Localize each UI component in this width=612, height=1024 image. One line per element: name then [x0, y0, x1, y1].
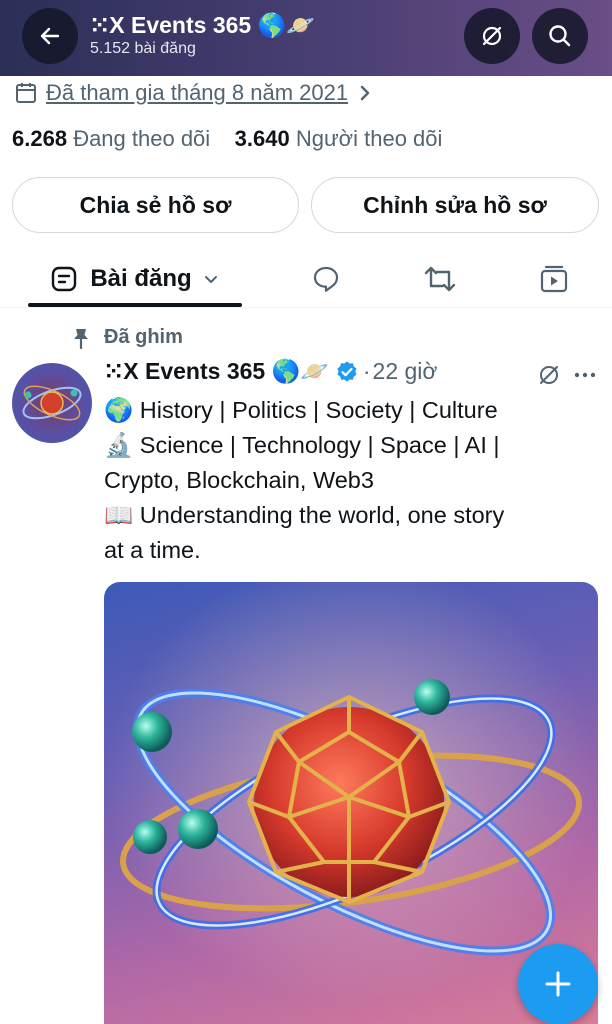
follow-stats: 6.268 Đang theo dõi 3.640 Người theo dõi [12, 126, 442, 152]
post-line: Crypto, Blockchain, Web3 [104, 467, 374, 493]
tab-posts-label: Bài đăng [90, 265, 192, 292]
grok-icon [482, 26, 502, 46]
plus-icon [545, 971, 571, 997]
header-title: ⁙X Events 365 🌎🪐 5.152 bài đăng [90, 12, 315, 58]
tab-posts[interactable]: Bài đăng [28, 250, 242, 308]
share-profile-button[interactable]: Chia sẻ hồ sơ [12, 177, 299, 233]
header-post-count: 5.152 bài đăng [90, 40, 196, 57]
following-count: 6.268 [12, 126, 68, 151]
grok-button[interactable] [464, 8, 520, 64]
post-time: 22 giờ [372, 358, 438, 384]
pin-icon [74, 328, 88, 349]
search-icon [549, 25, 571, 47]
chevron-right-icon [360, 85, 370, 101]
calendar-icon [16, 83, 36, 103]
chevron-down-icon [204, 276, 217, 283]
profile-tabs: Bài đăng [0, 250, 612, 308]
joined-date[interactable]: Đã tham gia tháng 8 năm 2021 [14, 80, 374, 106]
tab-media[interactable] [524, 250, 584, 308]
repost-icon [424, 266, 456, 292]
post-media-image[interactable] [104, 582, 598, 1024]
back-arrow-icon [40, 27, 60, 45]
avatar[interactable] [12, 363, 92, 443]
post-line: at a time. [104, 537, 201, 563]
pinned-text: Đã ghim [104, 326, 183, 348]
post-line: 📖 Understanding the world, one story [104, 502, 505, 528]
verified-icon [337, 361, 357, 381]
search-button[interactable] [532, 8, 588, 64]
header-name: ⁙X Events 365 🌎🪐 [90, 12, 315, 38]
following-link[interactable]: 6.268 Đang theo dõi [12, 126, 210, 151]
joined-text: Đã tham gia tháng 8 năm 2021 [46, 80, 349, 105]
post-header: ⁙X Events 365 🌎🪐 · 22 giờ [104, 358, 438, 385]
atom-illustration [104, 582, 598, 1024]
post-line: 🔬 Science | Technology | Space | AI | [104, 432, 500, 458]
following-label: Đang theo dõi [73, 126, 211, 151]
profile-header: ⁙X Events 365 🌎🪐 5.152 bài đăng [0, 0, 612, 76]
avatar-image [22, 385, 82, 421]
tab-replies[interactable] [296, 250, 356, 308]
more-icon[interactable] [572, 362, 598, 388]
reply-icon [313, 266, 339, 292]
media-icon [540, 265, 568, 293]
followers-link[interactable]: 3.640 Người theo dõi [235, 126, 443, 151]
post-grok-icon[interactable] [536, 362, 562, 388]
followers-count: 3.640 [234, 126, 290, 151]
active-tab-indicator [28, 303, 242, 307]
tab-reposts[interactable] [410, 250, 470, 308]
back-button[interactable] [22, 8, 78, 64]
post-body: 🌍 History | Politics | Society | Culture… [104, 393, 584, 568]
post-line: 🌍 History | Politics | Society | Culture [104, 397, 498, 423]
followers-label: Người theo dõi [295, 126, 443, 151]
pinned-label: Đã ghim [72, 326, 183, 349]
posts-tab-icon [52, 266, 77, 292]
post-separator-dot: · [362, 358, 371, 384]
edit-profile-button[interactable]: Chỉnh sửa hồ sơ [311, 177, 599, 233]
post-author[interactable]: ⁙X Events 365 🌎🪐 [104, 358, 329, 385]
compose-button[interactable] [518, 944, 598, 1024]
